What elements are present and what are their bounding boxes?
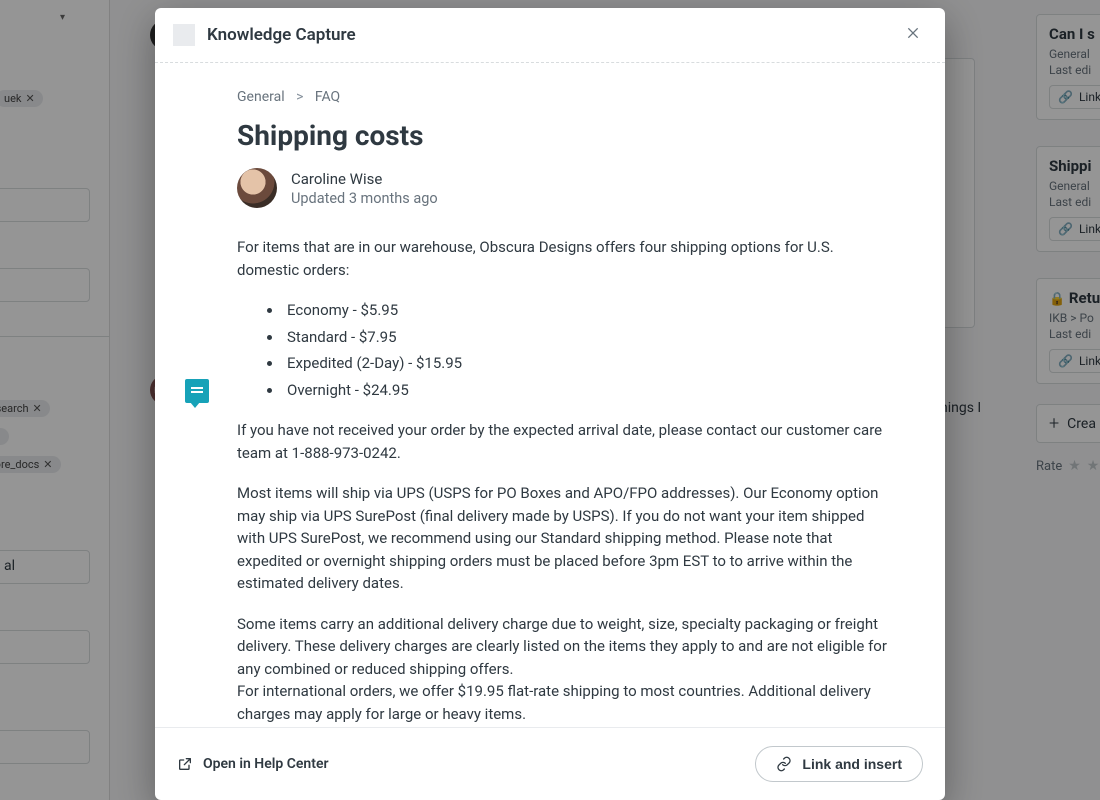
link-and-insert-label: Link and insert — [802, 756, 902, 772]
author-name: Caroline Wise — [291, 170, 438, 188]
knowledge-capture-modal: Knowledge Capture General > FAQ Shipping… — [155, 8, 945, 800]
modal-title: Knowledge Capture — [207, 25, 356, 45]
author-row: Caroline Wise Updated 3 months ago — [237, 168, 889, 208]
shipping-options-list: Economy - $5.95 Standard - $7.95 Expedit… — [237, 299, 889, 401]
link-icon — [776, 756, 792, 772]
modal-header: Knowledge Capture — [155, 8, 945, 63]
author-avatar — [237, 168, 277, 208]
list-item: Economy - $5.95 — [283, 299, 889, 322]
link-and-insert-button[interactable]: Link and insert — [755, 746, 923, 782]
article-paragraph: Most items will ship via UPS (USPS for P… — [237, 482, 889, 595]
article-paragraph: For items that are in our warehouse, Obs… — [237, 236, 889, 281]
open-help-center-link[interactable]: Open in Help Center — [177, 756, 329, 772]
external-link-icon — [177, 756, 193, 772]
updated-label: Updated 3 months ago — [291, 190, 438, 207]
modal-body: General > FAQ Shipping costs Caroline Wi… — [155, 63, 945, 727]
app-logo — [173, 24, 195, 46]
article-body: For items that are in our warehouse, Obs… — [237, 236, 889, 725]
open-help-center-label: Open in Help Center — [203, 756, 329, 772]
breadcrumb-root[interactable]: General — [237, 89, 285, 105]
breadcrumb-leaf[interactable]: FAQ — [315, 89, 340, 105]
list-item: Expedited (2-Day) - $15.95 — [283, 352, 889, 375]
modal-footer: Open in Help Center Link and insert — [155, 727, 945, 800]
article-container: General > FAQ Shipping costs Caroline Wi… — [155, 89, 945, 725]
comment-icon[interactable] — [185, 379, 209, 403]
breadcrumb-separator: > — [296, 89, 303, 105]
breadcrumb: General > FAQ — [237, 89, 889, 105]
modal-overlay: Knowledge Capture General > FAQ Shipping… — [0, 0, 1100, 800]
close-icon — [905, 25, 921, 41]
article-paragraph: Some items carry an additional delivery … — [237, 613, 889, 726]
article-title: Shipping costs — [237, 119, 889, 152]
list-item: Standard - $7.95 — [283, 326, 889, 349]
author-meta: Caroline Wise Updated 3 months ago — [291, 170, 438, 207]
article-paragraph: If you have not received your order by t… — [237, 419, 889, 464]
list-item: Overnight - $24.95 — [283, 379, 889, 402]
close-button[interactable] — [905, 25, 925, 45]
